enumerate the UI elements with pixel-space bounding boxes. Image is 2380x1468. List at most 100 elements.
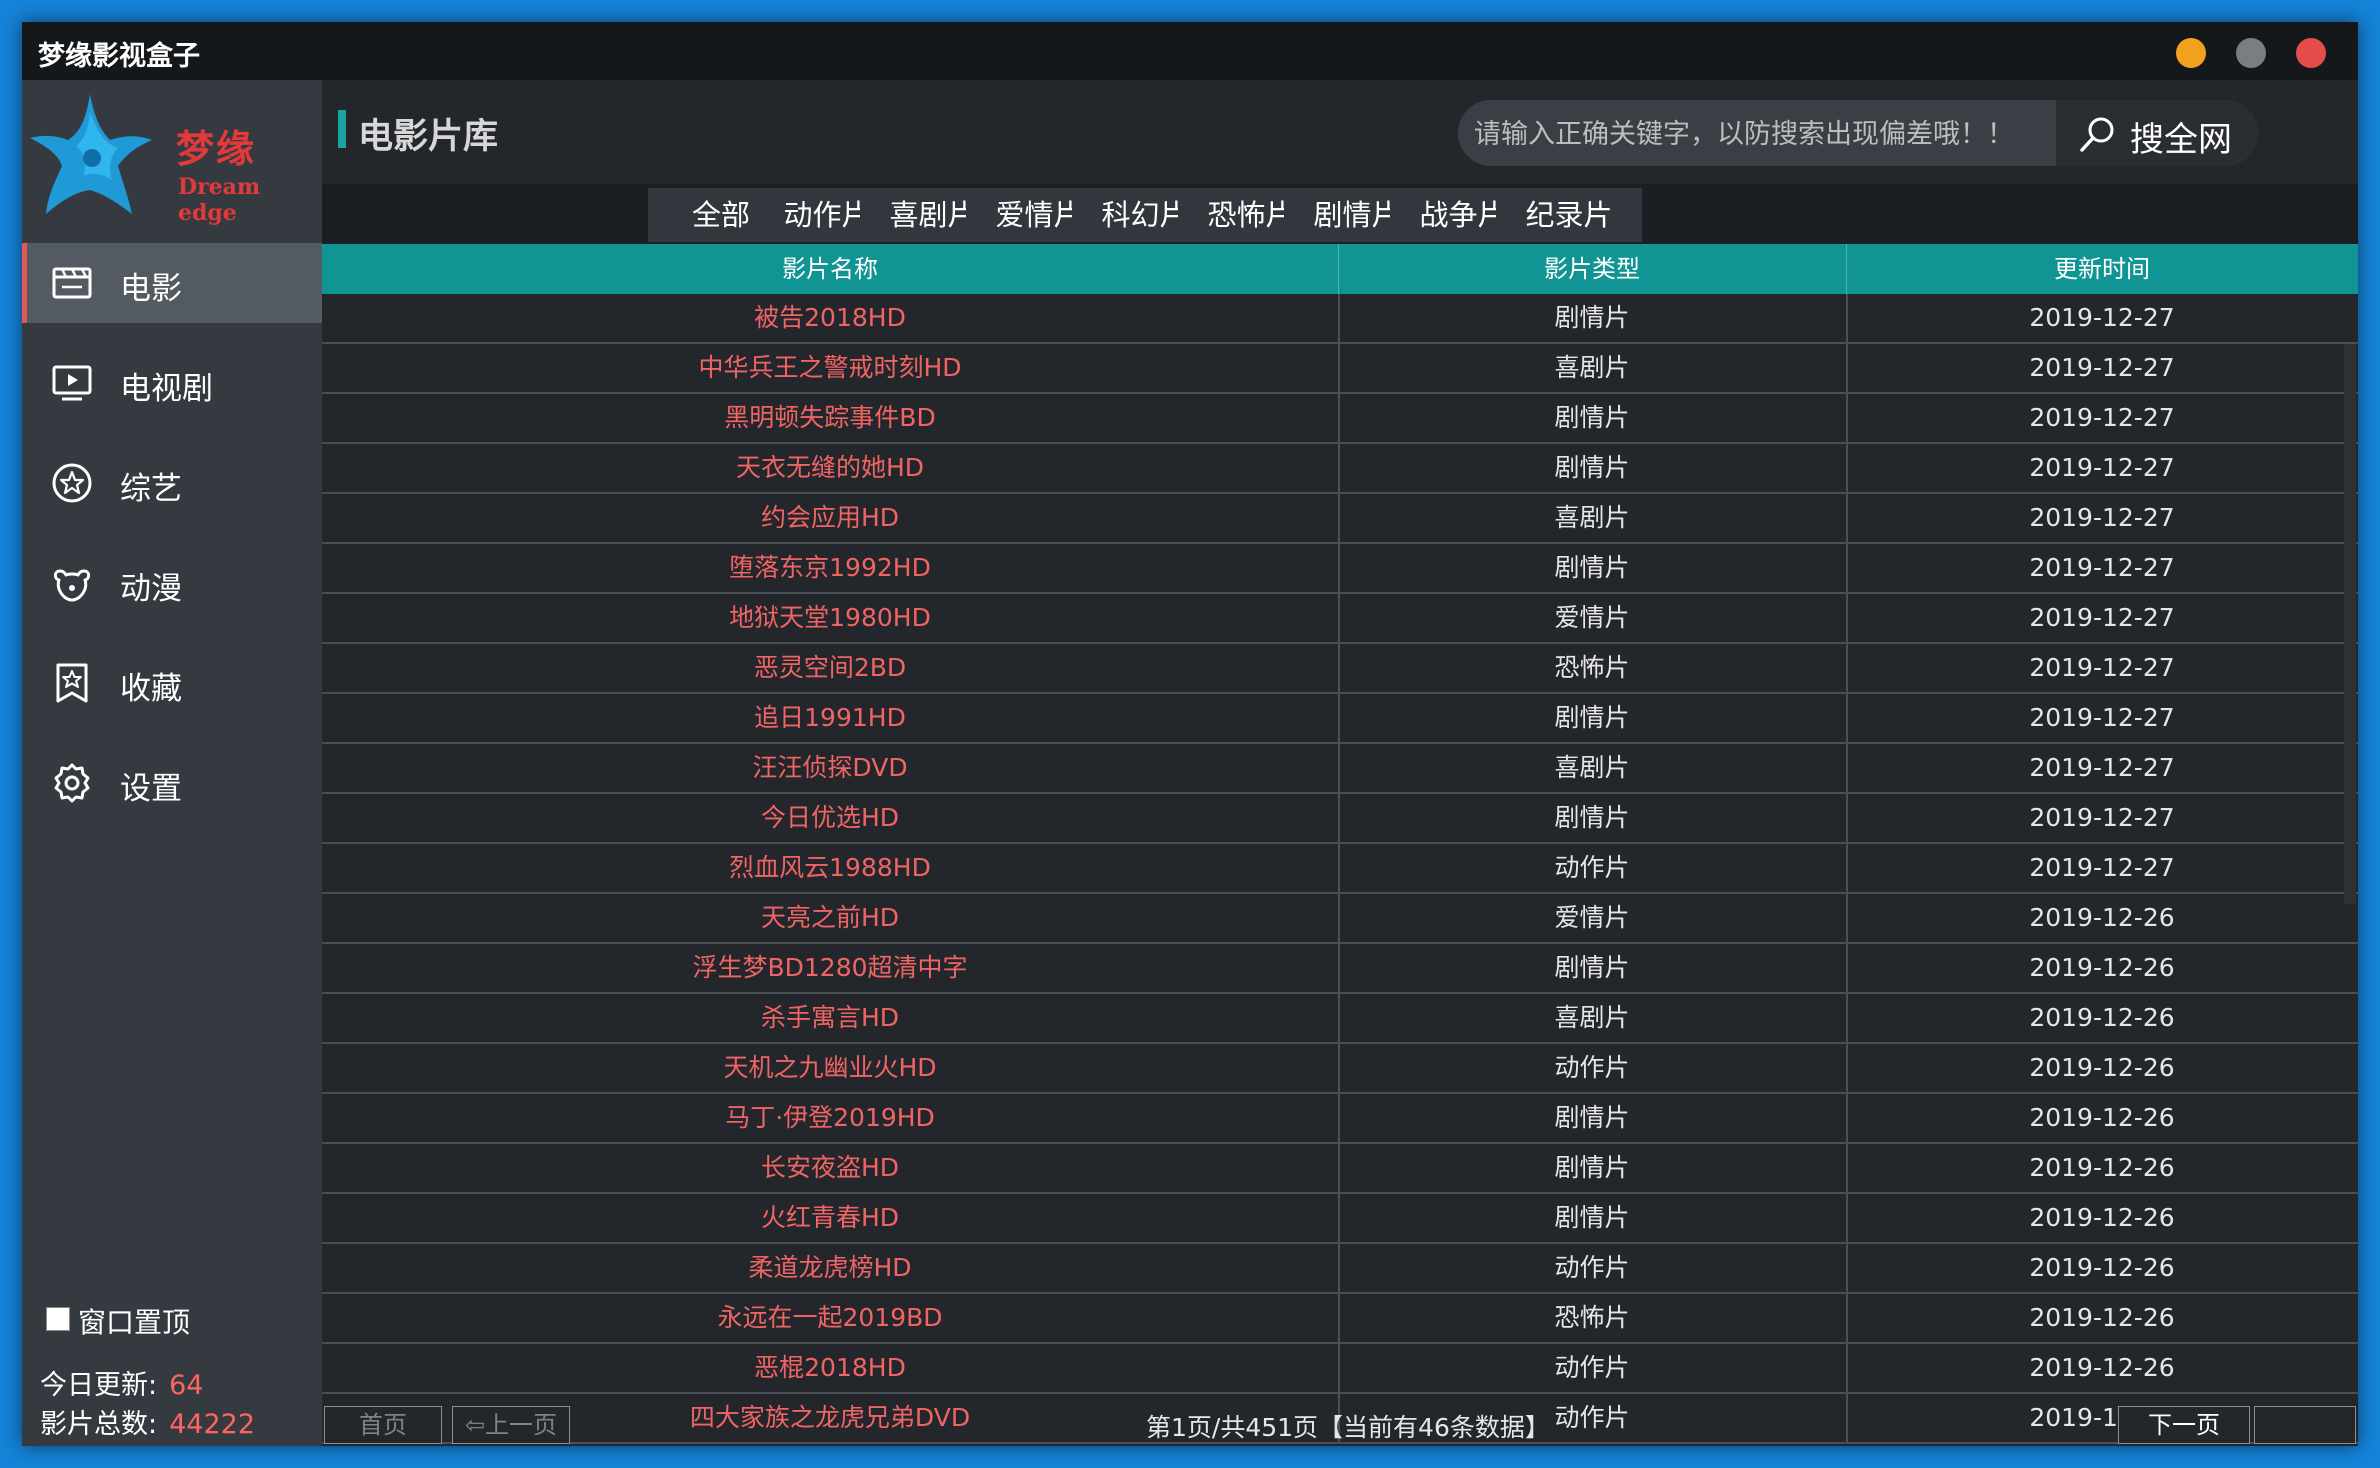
- movie-title-cell[interactable]: 堕落东京1992HD: [322, 544, 1338, 592]
- column-divider: [1846, 444, 1848, 492]
- column-divider: [1846, 1344, 1848, 1392]
- table-scrollbar[interactable]: [2344, 344, 2356, 904]
- column-divider: [1846, 294, 1848, 342]
- movie-title-cell[interactable]: 约会应用HD: [322, 494, 1338, 542]
- table-row[interactable]: 永远在一起2019BD 恐怖片 2019-12-26: [322, 1294, 2358, 1344]
- sidebar-item-anime[interactable]: 动漫: [22, 543, 322, 623]
- search-all-button[interactable]: 搜全网: [2056, 100, 2258, 166]
- last-page-button[interactable]: [2254, 1406, 2356, 1444]
- table-row[interactable]: 今日优选HD 剧情片 2019-12-27: [322, 794, 2358, 844]
- table-row[interactable]: 浮生梦BD1280超清中字 剧情片 2019-12-26: [322, 944, 2358, 994]
- column-divider: [1338, 444, 1340, 492]
- table-row[interactable]: 天亮之前HD 爱情片 2019-12-26: [322, 894, 2358, 944]
- app-logo: 梦缘 Dream edge: [28, 90, 318, 226]
- total-movies-stat: 影片总数: 44222: [40, 1402, 255, 1441]
- movie-title-cell[interactable]: 恶棍2018HD: [322, 1344, 1338, 1392]
- column-divider: [1846, 944, 1848, 992]
- table-row[interactable]: 汪汪侦探DVD 喜剧片 2019-12-27: [322, 744, 2358, 794]
- main-panel: 电影片库 搜全网 全部 动作片 喜剧片 爱情片 科幻片 恐怖片 剧情片 战争片 …: [322, 80, 2358, 1446]
- sidebar-item-favorites[interactable]: 收藏: [22, 643, 322, 723]
- table-row[interactable]: 恶灵空间2BD 恐怖片 2019-12-27: [322, 644, 2358, 694]
- movie-title-cell[interactable]: 追日1991HD: [322, 694, 1338, 742]
- next-page-button[interactable]: 下一页: [2118, 1406, 2250, 1444]
- table-row[interactable]: 柔道龙虎榜HD 动作片 2019-12-26: [322, 1244, 2358, 1294]
- table-row[interactable]: 被告2018HD 剧情片 2019-12-27: [322, 294, 2358, 344]
- sidebar-item-variety[interactable]: 综艺: [22, 443, 322, 523]
- table-row[interactable]: 烈血风云1988HD 动作片 2019-12-27: [322, 844, 2358, 894]
- column-divider: [1338, 944, 1340, 992]
- logo-text-cn: 梦缘: [176, 126, 257, 171]
- column-divider: [1846, 1144, 1848, 1192]
- movie-title-cell[interactable]: 天机之九幽业火HD: [322, 1044, 1338, 1092]
- movie-type-cell: 剧情片: [1554, 703, 1630, 732]
- table-row[interactable]: 地狱天堂1980HD 爱情片 2019-12-27: [322, 594, 2358, 644]
- table-row[interactable]: 恶棍2018HD 动作片 2019-12-26: [322, 1344, 2358, 1394]
- column-header-type[interactable]: 影片类型: [1338, 244, 1846, 294]
- update-time-cell: 2019-12-27: [2029, 853, 2175, 882]
- movie-type-cell: 剧情片: [1554, 803, 1630, 832]
- movie-title-cell[interactable]: 中华兵王之警戒时刻HD: [322, 344, 1338, 392]
- title-bar[interactable]: 梦缘影视盒子: [22, 22, 2358, 80]
- column-divider: [1846, 594, 1848, 642]
- movie-type-cell: 动作片: [1554, 853, 1630, 882]
- table-row[interactable]: 堕落东京1992HD 剧情片 2019-12-27: [322, 544, 2358, 594]
- movie-type-cell: 剧情片: [1554, 1153, 1630, 1182]
- search-input[interactable]: [1472, 110, 2036, 158]
- movie-title-cell[interactable]: 天衣无缝的她HD: [322, 444, 1338, 492]
- table-row[interactable]: 黑明顿失踪事件BD 剧情片 2019-12-27: [322, 394, 2358, 444]
- table-row[interactable]: 火红青春HD 剧情片 2019-12-26: [322, 1194, 2358, 1244]
- movie-title-cell[interactable]: 柔道龙虎榜HD: [322, 1244, 1338, 1292]
- maximize-button[interactable]: [2236, 38, 2266, 68]
- tv-icon: [52, 365, 92, 401]
- movie-title-cell[interactable]: 恶灵空间2BD: [322, 644, 1338, 692]
- movie-title-cell[interactable]: 永远在一起2019BD: [322, 1294, 1338, 1342]
- movie-type-cell: 喜剧片: [1554, 1003, 1630, 1032]
- movie-title-cell[interactable]: 浮生梦BD1280超清中字: [322, 944, 1338, 992]
- column-divider: [1338, 1094, 1340, 1142]
- sidebar-item-label: 电视剧: [120, 371, 213, 407]
- table-row[interactable]: 天机之九幽业火HD 动作片 2019-12-26: [322, 1044, 2358, 1094]
- sidebar-item-settings[interactable]: 设置: [22, 743, 322, 823]
- app-window: 梦缘影视盒子 梦缘 Dream edge 电影 电视剧 综艺 动漫 收藏 设置 …: [22, 22, 2358, 1446]
- tab-documentary[interactable]: 纪录片: [1496, 188, 1642, 242]
- movie-title-cell[interactable]: 火红青春HD: [322, 1194, 1338, 1242]
- close-button[interactable]: [2296, 38, 2326, 68]
- table-row[interactable]: 追日1991HD 剧情片 2019-12-27: [322, 694, 2358, 744]
- movie-title-cell[interactable]: 天亮之前HD: [322, 894, 1338, 942]
- movie-type-cell: 恐怖片: [1554, 653, 1630, 682]
- first-page-button[interactable]: 首页: [324, 1406, 442, 1444]
- checkbox-box[interactable]: [46, 1307, 70, 1331]
- column-divider: [1338, 744, 1340, 792]
- prev-page-button[interactable]: ⇦上一页: [452, 1406, 570, 1444]
- table-row[interactable]: 中华兵王之警戒时刻HD 喜剧片 2019-12-27: [322, 344, 2358, 394]
- column-divider: [1846, 1244, 1848, 1292]
- star-logo-icon: [30, 94, 152, 214]
- movie-title-cell[interactable]: 马丁·伊登2019HD: [322, 1094, 1338, 1142]
- column-header-updated[interactable]: 更新时间: [1846, 244, 2358, 294]
- column-divider: [1338, 1044, 1340, 1092]
- table-row[interactable]: 长安夜盗HD 剧情片 2019-12-26: [322, 1144, 2358, 1194]
- minimize-button[interactable]: [2176, 38, 2206, 68]
- movie-title-cell[interactable]: 烈血风云1988HD: [322, 844, 1338, 892]
- today-updates-value: 64: [169, 1370, 204, 1401]
- column-divider: [1846, 544, 1848, 592]
- movie-title-cell[interactable]: 被告2018HD: [322, 294, 1338, 342]
- table-row[interactable]: 杀手寓言HD 喜剧片 2019-12-26: [322, 994, 2358, 1044]
- movie-title-cell[interactable]: 今日优选HD: [322, 794, 1338, 842]
- movie-title-cell[interactable]: 长安夜盗HD: [322, 1144, 1338, 1192]
- column-divider: [1846, 494, 1848, 542]
- table-row[interactable]: 马丁·伊登2019HD 剧情片 2019-12-26: [322, 1094, 2358, 1144]
- sidebar-item-tv[interactable]: 电视剧: [22, 343, 322, 423]
- section-accent-bar: [338, 110, 346, 148]
- table-row[interactable]: 天衣无缝的她HD 剧情片 2019-12-27: [322, 444, 2358, 494]
- movie-title-cell[interactable]: 黑明顿失踪事件BD: [322, 394, 1338, 442]
- movie-title-cell[interactable]: 地狱天堂1980HD: [322, 594, 1338, 642]
- table-row[interactable]: 约会应用HD 喜剧片 2019-12-27: [322, 494, 2358, 544]
- movie-title-cell[interactable]: 杀手寓言HD: [322, 994, 1338, 1042]
- movie-title-cell[interactable]: 汪汪侦探DVD: [322, 744, 1338, 792]
- column-divider: [1338, 794, 1340, 842]
- update-time-cell: 2019-12-27: [2029, 353, 2175, 382]
- sidebar-item-movies[interactable]: 电影: [22, 243, 322, 323]
- movie-type-cell: 喜剧片: [1554, 503, 1630, 532]
- column-header-title[interactable]: 影片名称: [322, 244, 1338, 294]
